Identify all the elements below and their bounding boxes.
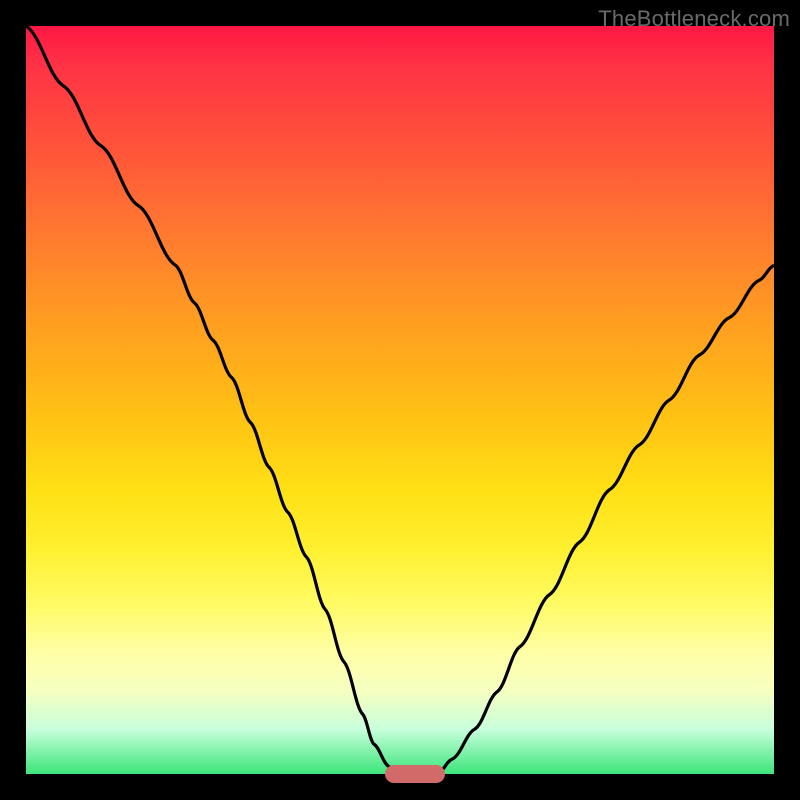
chart-frame: TheBottleneck.com xyxy=(0,0,800,800)
curve-layer xyxy=(26,26,774,774)
plot-area xyxy=(26,26,774,774)
bottleneck-curve-left xyxy=(26,26,400,774)
optimal-marker xyxy=(385,765,445,783)
bottleneck-curve-right xyxy=(437,265,774,774)
watermark-text: TheBottleneck.com xyxy=(598,6,790,32)
